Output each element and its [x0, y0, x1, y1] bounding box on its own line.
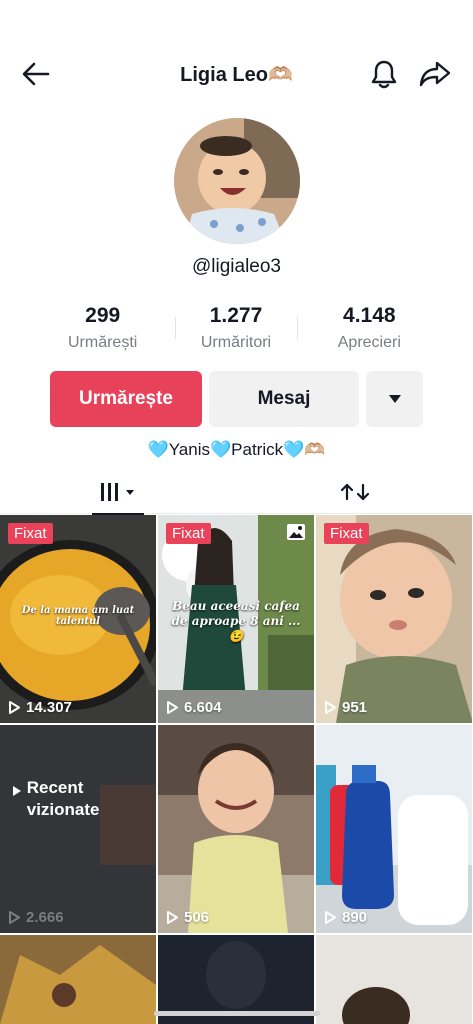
play-icon — [325, 911, 336, 924]
tab-reposts[interactable] — [237, 470, 473, 514]
content-tabs — [0, 470, 473, 515]
pinned-badge: Fixat — [324, 523, 369, 544]
bell-icon — [371, 60, 397, 89]
following-label: Urmărești — [67, 334, 138, 351]
video-tile[interactable]: 506 — [158, 725, 314, 933]
video-tile[interactable] — [0, 935, 156, 1024]
pinned-badge: Fixat — [166, 523, 211, 544]
stat-divider — [297, 317, 298, 339]
play-filled-icon — [13, 786, 21, 796]
view-count: 506 — [166, 909, 209, 926]
video-tile[interactable]: Fixat De la mama am luat talentul 14.307 — [0, 515, 156, 723]
likes-count: 4.148 — [343, 304, 396, 327]
notification-bell-button[interactable] — [366, 56, 402, 92]
page-title: Ligia Leo🫶🏼 — [180, 64, 293, 86]
profile-actions: Urmărește Mesaj — [50, 371, 424, 427]
view-count: 951 — [324, 699, 367, 716]
home-indicator[interactable] — [154, 1011, 320, 1016]
caret-down-icon — [388, 395, 401, 403]
view-count: 890 — [324, 909, 367, 926]
video-caption: De la mama am luat talentul — [21, 605, 135, 627]
play-icon — [167, 701, 178, 714]
stat-followers[interactable]: 1.277 Urmăritori — [169, 300, 302, 360]
tab-videos[interactable] — [0, 470, 236, 515]
view-count-value: 6.604 — [184, 699, 222, 716]
video-grid: Fixat De la mama am luat talentul 14.307… — [0, 515, 473, 1024]
view-count: 14.307 — [8, 699, 72, 716]
view-count-value: 14.307 — [26, 699, 72, 716]
view-count-value: 951 — [342, 699, 368, 716]
play-icon — [9, 701, 20, 714]
view-count: 6.604 — [166, 699, 222, 716]
pinned-badge: Fixat — [8, 523, 53, 544]
play-icon — [167, 911, 178, 924]
video-tile[interactable]: Fixat 951 — [316, 515, 472, 723]
play-icon — [9, 911, 20, 924]
stat-following[interactable]: 299 Urmărești — [36, 300, 169, 360]
profile-bio: 🩵Yanis🩵Patrick🩵🫶🏼 — [147, 440, 326, 459]
view-count: 2.666 — [8, 909, 64, 926]
followers-label: Urmăritori — [200, 334, 272, 351]
stat-likes[interactable]: 4.148 Aprecieri — [303, 300, 436, 360]
share-arrow-icon — [419, 61, 451, 87]
avatar[interactable] — [174, 118, 300, 244]
view-count-value: 890 — [342, 909, 368, 926]
view-count-value: 2.666 — [26, 909, 64, 926]
more-options-button[interactable] — [366, 371, 423, 427]
followers-count: 1.277 — [209, 304, 263, 327]
share-button[interactable] — [417, 56, 453, 92]
stat-divider — [175, 317, 176, 339]
repost-icon — [340, 483, 370, 501]
grid-bars-icon — [101, 483, 134, 501]
message-button[interactable]: Mesaj — [209, 371, 359, 427]
profile-header: Ligia Leo🫶🏼 — [0, 48, 473, 100]
following-count: 299 — [85, 304, 121, 327]
video-caption: Beau aceeasi cafea de aproape 8 ani ...😉 — [171, 599, 301, 643]
username: @ligialeo3 — [191, 256, 281, 277]
video-tile[interactable]: Recent vizionate 2.666 — [0, 725, 156, 933]
video-tile[interactable]: Fixat Beau aceeasi cafea de aproape 8 an… — [158, 515, 314, 723]
video-tile[interactable]: 890 — [316, 725, 472, 933]
photo-icon — [287, 524, 305, 540]
likes-label: Aprecieri — [337, 334, 401, 351]
follow-button[interactable]: Urmărește — [50, 371, 202, 427]
video-tile[interactable] — [316, 935, 472, 1024]
play-icon — [325, 701, 336, 714]
profile-stats: 299 Urmărești 1.277 Urmăritori 4.148 Apr… — [36, 300, 436, 360]
recently-watched-label: Recent vizionate — [12, 778, 127, 821]
view-count-value: 506 — [184, 909, 210, 926]
